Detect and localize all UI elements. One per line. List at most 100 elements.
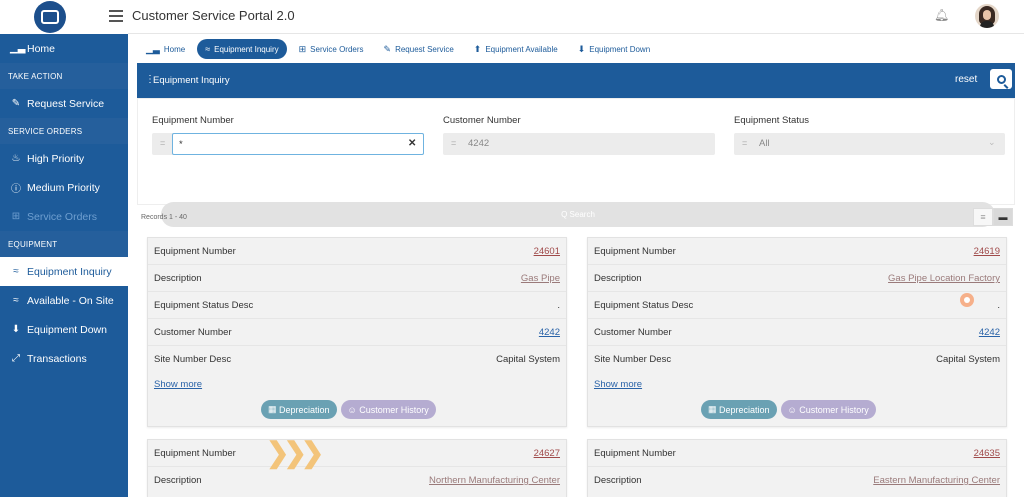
reset-button[interactable]: reset [955, 74, 977, 85]
customer-number-value: 4242 [468, 138, 490, 149]
chevrons-icon: ❯❯❯ [266, 437, 324, 468]
flame-icon: ♨ [11, 153, 21, 164]
clear-icon[interactable]: ✕ [408, 138, 416, 149]
field-label: Site Number Desc [594, 354, 672, 365]
depreciation-button[interactable]: ▦ Depreciation [261, 400, 337, 419]
sidebar-item-label: Transactions [27, 352, 87, 365]
logo-area [0, 0, 128, 34]
expand-icon: ⤢ [12, 353, 20, 364]
operator-label[interactable]: = [160, 138, 165, 148]
depreciation-button[interactable]: ▦ Depreciation [701, 400, 777, 419]
show-more-link[interactable]: Show more [594, 379, 642, 390]
customer-number-label: Customer Number [443, 115, 521, 126]
button-label: Depreciation [719, 404, 770, 415]
customer-number-link[interactable]: 4242 [539, 327, 560, 338]
description-link[interactable]: Gas Pipe Location Factory [888, 273, 1000, 284]
sidebar-section-equipment: EQUIPMENT [0, 231, 128, 257]
sidebar: ▁▃ Home TAKE ACTION ✎ Request Service SE… [0, 34, 128, 497]
equipment-status-value: All [759, 138, 770, 149]
customer-number-field[interactable]: = 4242 [443, 133, 715, 155]
sidebar-item-medium-priority[interactable]: ⓘ Medium Priority [0, 173, 128, 202]
arrow-down-circle-icon: ⬇ [11, 324, 21, 335]
sidebar-item-label: Available - On Site [27, 294, 114, 307]
sidebar-item-transactions[interactable]: ⤢ Transactions [0, 344, 128, 373]
cursor-indicator [960, 293, 974, 307]
bell-icon[interactable]: 🔔︎ [934, 8, 949, 22]
equipment-number-link[interactable]: 24619 [974, 246, 1000, 257]
equipment-number-field: = ✕ [152, 133, 424, 155]
tab-equipment-available[interactable]: ⬆ Equipment Available [466, 39, 566, 59]
equipment-number-link[interactable]: 24627 [534, 448, 560, 459]
card-row: Equipment Number 24635 [588, 440, 1006, 467]
field-value: . [557, 300, 560, 311]
sidebar-item-equipment-down[interactable]: ⬇ Equipment Down [0, 315, 128, 344]
company-logo[interactable] [34, 1, 66, 33]
tab-label: Equipment Inquiry [214, 44, 279, 54]
card-row: Description Eastern Manufacturing Center [588, 467, 1006, 494]
sidebar-item-equipment-inquiry[interactable]: ≈ Equipment Inquiry [0, 257, 128, 286]
tab-home[interactable]: ▁▃ Home [138, 39, 193, 59]
user-icon: ☺ [787, 404, 800, 415]
tab-equipment-inquiry[interactable]: ≈ Equipment Inquiry [197, 39, 287, 59]
equipment-number-link[interactable]: 24635 [974, 448, 1000, 459]
sidebar-item-high-priority[interactable]: ♨ High Priority [0, 144, 128, 173]
card-actions: ▦ Depreciation ☺ Customer History [261, 400, 440, 419]
equipment-number-link[interactable]: 24601 [534, 246, 560, 257]
sidebar-item-home[interactable]: ▁▃ Home [0, 34, 128, 63]
layers-icon: ≈ [205, 44, 211, 54]
card-row: Description Northern Manufacturing Center [148, 467, 566, 494]
tab-request-service[interactable]: ✎ Request Service [376, 39, 462, 59]
grid-icon: ⊞ [298, 43, 307, 54]
tab-label: Service Orders [310, 44, 364, 54]
tab-label: Home [163, 44, 186, 54]
sidebar-item-service-orders[interactable]: ⊞ Service Orders [0, 202, 128, 231]
card-row: Equipment Number 24619 [588, 238, 1006, 265]
show-more-link[interactable]: Show more [154, 379, 202, 390]
tab-label: Equipment Down [589, 44, 651, 54]
layers-icon: ≈ [13, 266, 19, 277]
description-link[interactable]: Northern Manufacturing Center [429, 475, 560, 486]
hamburger-menu-icon[interactable] [109, 10, 123, 22]
card-row: Equipment Status Desc. [588, 292, 1006, 319]
sidebar-item-available-on-site[interactable]: ≈ Available - On Site [0, 286, 128, 315]
sidebar-item-label: Equipment Inquiry [27, 265, 112, 278]
chart-icon: ▁▃ [146, 43, 160, 54]
search-submit-button[interactable]: Q Search [161, 202, 995, 227]
card-row: Description Gas Pipe Location Factory [588, 265, 1006, 292]
card-row: Equipment Number 24627 [148, 440, 566, 467]
button-label: Customer History [799, 404, 869, 415]
tab-service-orders[interactable]: ⊞ Service Orders [291, 39, 372, 59]
search-button[interactable] [990, 69, 1012, 89]
field-label: Description [594, 475, 642, 486]
equipment-status-select[interactable]: = All ⌄ [734, 133, 1005, 155]
grid-icon: ⊞ [11, 211, 21, 222]
sidebar-item-request-service[interactable]: ✎ Request Service [0, 89, 128, 118]
avatar[interactable] [975, 4, 999, 28]
operator-label[interactable]: = [451, 138, 456, 148]
operator-label[interactable]: = [742, 138, 747, 148]
equipment-status-label: Equipment Status [734, 115, 809, 126]
equipment-card: Equipment Number 24635 Description Eastern… [587, 439, 1007, 497]
button-label: Depreciation [279, 404, 330, 415]
info-circle-icon: ⓘ [11, 184, 21, 195]
chart-icon: ▁▃ [10, 43, 26, 54]
field-label: Equipment Number [154, 448, 236, 459]
description-link[interactable]: Eastern Manufacturing Center [873, 475, 1000, 486]
button-label: Customer History [359, 404, 429, 415]
view-toggle: ≡ ▬ [973, 208, 1013, 226]
panel-title: Equipment Inquiry [153, 75, 230, 86]
list-view-icon[interactable]: ≡ [973, 208, 993, 226]
tab-equipment-down[interactable]: ⬇ Equipment Down [570, 39, 658, 59]
customer-number-link[interactable]: 4242 [979, 327, 1000, 338]
customer-history-button[interactable]: ☺ Customer History [780, 400, 876, 419]
field-label: Customer Number [154, 327, 232, 338]
equipment-card: Equipment Number 24627 Description Norther… [147, 437, 567, 497]
card-view-icon[interactable]: ▬ [993, 208, 1013, 226]
equipment-number-input[interactable] [172, 133, 424, 155]
arrow-up-circle-icon: ⬆ [473, 43, 482, 54]
app-title: Customer Service Portal 2.0 [132, 8, 295, 23]
sidebar-item-label: Service Orders [27, 210, 98, 223]
field-value: Capital System [496, 354, 560, 365]
description-link[interactable]: Gas Pipe [521, 273, 560, 284]
customer-history-button[interactable]: ☺ Customer History [340, 400, 436, 419]
